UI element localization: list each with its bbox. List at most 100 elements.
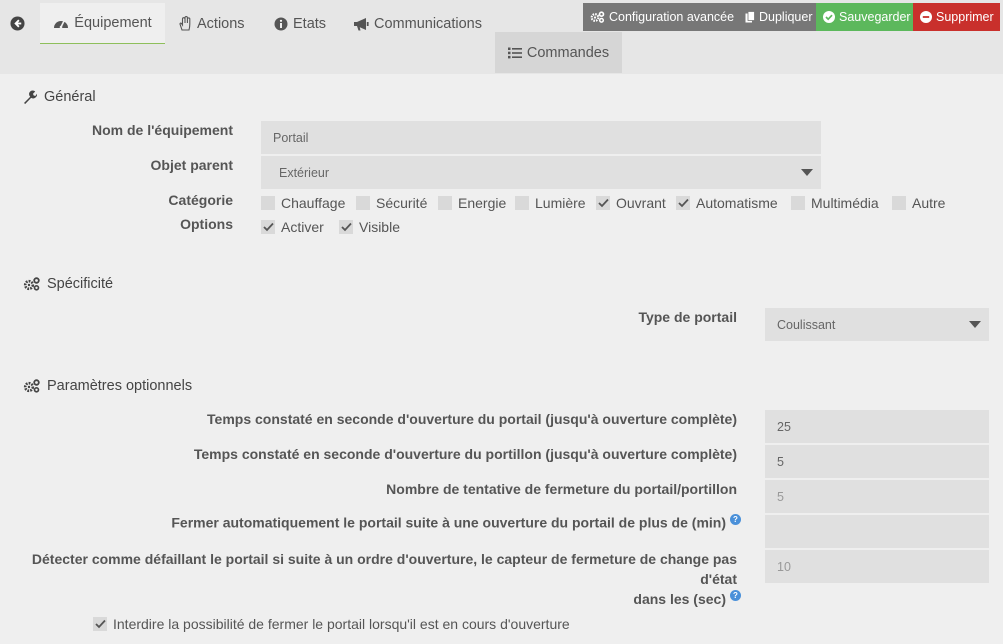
- category-label-text: Lumière: [535, 195, 586, 211]
- option-activer[interactable]: Activer: [261, 219, 324, 235]
- checkbox[interactable]: [791, 196, 805, 210]
- question-circle-icon[interactable]: ?: [730, 514, 741, 525]
- minus-circle-icon: [920, 11, 932, 23]
- info-circle-icon: [274, 17, 288, 31]
- hand-icon: [179, 16, 192, 31]
- tab-equipement[interactable]: Équipement: [40, 3, 165, 44]
- duplicate-label: Dupliquer: [759, 10, 813, 24]
- cogs-icon: [590, 11, 605, 23]
- param-label-retry-count: Nombre de tentative de fermeture du port…: [386, 481, 737, 497]
- tab-communications[interactable]: Communications: [353, 3, 482, 44]
- advanced-config-button[interactable]: Configuration avancée: [583, 3, 738, 31]
- parent-object-value: Extérieur: [279, 165, 330, 180]
- category-label-text: Sécurité: [376, 195, 428, 211]
- category-label-text: Energie: [458, 195, 507, 211]
- equipment-name-value: Portail: [273, 130, 309, 145]
- failure-detect-label-line2: dans les (sec)?: [21, 589, 741, 609]
- category-automatisme[interactable]: Automatisme: [676, 195, 778, 211]
- question-circle-icon[interactable]: ?: [730, 590, 741, 602]
- auto-close-input[interactable]: [765, 515, 989, 548]
- arrow-left-circle-icon: [9, 15, 25, 31]
- parent-object-select[interactable]: Extérieur: [261, 156, 821, 189]
- portail-time-value: 25: [777, 419, 791, 434]
- duplicate-button[interactable]: Dupliquer: [738, 3, 816, 31]
- checkbox-checked[interactable]: [596, 196, 610, 210]
- save-label: Sauvegarder: [839, 10, 911, 24]
- cogs-icon: [23, 379, 40, 393]
- params-title: Paramètres optionnels: [47, 378, 193, 394]
- category-label: Catégorie: [168, 192, 233, 208]
- delete-button[interactable]: Supprimer: [913, 3, 1000, 31]
- specificite-section-title: Spécificité: [23, 276, 113, 292]
- gate-type-label: Type de portail: [638, 309, 737, 325]
- copy-icon: [745, 11, 755, 23]
- category-chauffage[interactable]: Chauffage: [261, 195, 345, 211]
- checkbox-checked[interactable]: [93, 617, 107, 631]
- category-lumiere[interactable]: Lumière: [515, 195, 586, 211]
- category-label-text: Chauffage: [281, 195, 346, 211]
- name-label: Nom de l'équipement: [91, 122, 233, 138]
- option-visible[interactable]: Visible: [339, 219, 400, 235]
- auto-close-label-text: Fermer automatiquement le portail suite …: [171, 514, 726, 531]
- parent-label: Objet parent: [150, 157, 233, 173]
- failure-detect-input[interactable]: 10: [765, 550, 989, 583]
- check-icon: [94, 619, 106, 629]
- category-label-text: Autre: [912, 195, 946, 211]
- option-label-text: Visible: [359, 219, 400, 235]
- portillon-time-input[interactable]: 5: [765, 445, 989, 478]
- category-autre[interactable]: Autre: [892, 195, 945, 211]
- tab-commandes[interactable]: Commandes: [495, 32, 622, 73]
- checkbox-checked[interactable]: [339, 220, 353, 234]
- params-section-title: Paramètres optionnels: [23, 378, 192, 394]
- advanced-config-label: Configuration avancée: [609, 10, 735, 24]
- failure-detect-placeholder: 10: [777, 559, 791, 574]
- tab-etats[interactable]: Etats: [274, 3, 326, 44]
- forbid-close-checkbox[interactable]: Interdire la possibilité de fermer le po…: [93, 616, 570, 632]
- tab-equipement-label: Équipement: [74, 15, 152, 31]
- dashboard-icon: [53, 16, 69, 30]
- cogs-icon: [23, 277, 40, 291]
- caret-down-icon: [801, 169, 813, 176]
- checkbox[interactable]: [438, 196, 452, 210]
- general-title: Général: [44, 89, 96, 105]
- tab-commandes-label: Commandes: [526, 44, 610, 61]
- check-circle-icon: [823, 11, 835, 23]
- tab-etats-label: Etats: [293, 15, 327, 32]
- portail-time-input[interactable]: 25: [765, 410, 989, 443]
- retry-count-input[interactable]: 5: [765, 480, 989, 513]
- category-ouvrant[interactable]: Ouvrant: [596, 195, 666, 211]
- category-securite[interactable]: Sécurité: [356, 195, 427, 211]
- gate-type-select[interactable]: Coulissant: [765, 308, 989, 341]
- back-button[interactable]: [0, 3, 34, 43]
- checkbox[interactable]: [261, 196, 275, 210]
- checkbox[interactable]: [356, 196, 370, 210]
- equipment-name-input[interactable]: Portail: [261, 121, 821, 154]
- failure-detect-label-line1: Détecter comme défaillant le portail si …: [31, 551, 737, 587]
- forbid-close-label: Interdire la possibilité de fermer le po…: [113, 616, 570, 632]
- param-label-failure-detect: Détecter comme défaillant le portail si …: [21, 549, 741, 609]
- general-section-title: Général: [23, 89, 96, 105]
- checkbox[interactable]: [892, 196, 906, 210]
- specificite-title: Spécificité: [47, 276, 114, 292]
- checkbox-checked[interactable]: [261, 220, 275, 234]
- checkbox-checked[interactable]: [676, 196, 690, 210]
- category-label-text: Ouvrant: [616, 195, 666, 211]
- check-icon: [262, 222, 274, 232]
- category-energie[interactable]: Energie: [438, 195, 506, 211]
- failure-detect-label-line2-text: dans les (sec): [633, 591, 726, 607]
- check-icon: [677, 198, 689, 208]
- tab-actions[interactable]: Actions: [179, 3, 245, 44]
- category-multimedia[interactable]: Multimédia: [791, 195, 879, 211]
- checkbox[interactable]: [515, 196, 529, 210]
- caret-down-icon: [969, 321, 981, 328]
- category-label-text: Automatisme: [696, 195, 778, 211]
- save-button[interactable]: Sauvegarder: [816, 3, 913, 31]
- param-label-portillon-time: Temps constaté en seconde d'ouverture du…: [193, 446, 737, 462]
- portillon-time-value: 5: [777, 454, 784, 469]
- wrench-icon: [23, 90, 37, 104]
- tab-actions-label: Actions: [197, 15, 245, 32]
- tab-communications-label: Communications: [374, 15, 482, 32]
- param-label-portail-time: Temps constaté en seconde d'ouverture du…: [207, 411, 737, 427]
- list-icon: [507, 47, 522, 59]
- option-label-text: Activer: [281, 219, 324, 235]
